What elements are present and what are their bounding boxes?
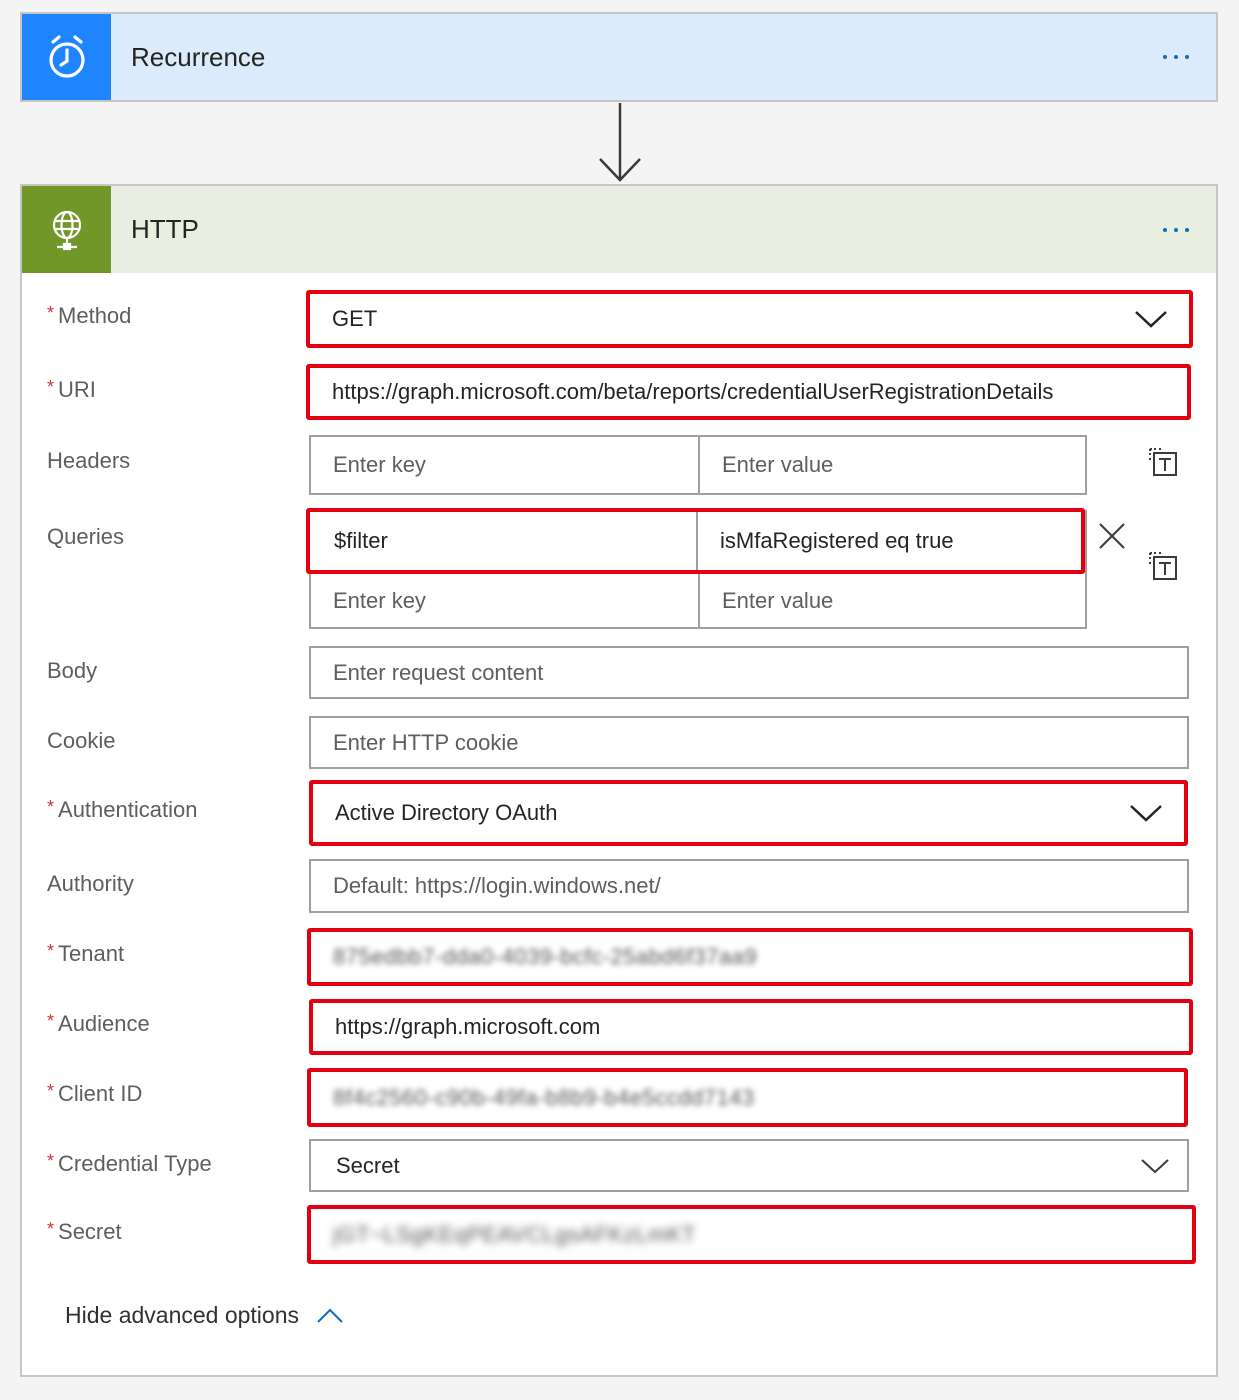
switch-to-text-mode-icon[interactable] [1147,550,1179,582]
hide-advanced-options-label: Hide advanced options [65,1302,299,1328]
secret-field[interactable]: jGT~LSgKEqPEAVCLgsAFKzLmKT [307,1205,1196,1264]
dot [1163,227,1167,232]
http-icon-tile [22,186,111,273]
body-input[interactable]: Enter request content [309,646,1189,699]
header-value-input[interactable]: Enter value [700,437,1085,493]
headers-label: Headers [47,448,131,473]
queries-label: Queries [47,524,125,549]
credential-type-dropdown[interactable]: Secret [309,1139,1189,1192]
query-value-field[interactable]: isMfaRegistered eq true [698,512,1081,570]
method-dropdown[interactable]: GET [306,290,1193,348]
required-marker: * [47,303,55,323]
required-marker: * [47,1219,55,1239]
chevron-down-icon [1130,805,1162,822]
http-card-header[interactable]: HTTP [20,184,1218,273]
required-marker: * [47,1151,55,1171]
secret-value: jGT~LSgKEqPEAVCLgsAFKzLmKT [333,1221,696,1247]
authentication-label: * Authentication [47,797,198,822]
required-marker: * [47,377,55,397]
authentication-dropdown[interactable]: Active Directory OAuth [309,780,1188,846]
required-marker: * [47,1011,55,1031]
globe-icon [52,210,81,250]
authority-label: Authority [47,871,134,896]
required-marker: * [47,1081,55,1101]
query-value-input[interactable]: Enter value [700,573,1085,628]
recurrence-card-header[interactable]: Recurrence [20,12,1218,102]
recurrence-icon-tile [22,14,111,100]
uri-label: * URI [47,377,96,402]
cookie-placeholder: Enter HTTP cookie [333,729,519,755]
cookie-input[interactable]: Enter HTTP cookie [309,716,1189,769]
credential-type-label: * Credential Type [47,1151,212,1176]
body-label: Body [47,658,98,683]
dot [1174,227,1178,232]
client-id-value: 8f4c2560-c90b-49fa-b8b9-b4e5ccdd7143 [333,1084,755,1110]
query-key-field[interactable]: $filter [310,512,698,570]
header-key-input[interactable]: Enter key [311,437,698,493]
client-id-field[interactable]: 8f4c2560-c90b-49fa-b8b9-b4e5ccdd7143 [307,1068,1188,1127]
required-marker: * [47,797,55,817]
dot [1174,55,1178,59]
recurrence-more-button[interactable] [1146,42,1206,72]
recurrence-title: Recurrence [131,41,266,72]
flow-arrow-icon [599,103,641,182]
authority-input[interactable]: Default: https://login.windows.net/ [309,859,1189,913]
audience-value: https://graph.microsoft.com [335,1014,601,1039]
dot [1163,55,1167,59]
method-label: * Method [47,303,132,328]
authentication-value: Active Directory OAuth [335,800,558,825]
authority-placeholder: Default: https://login.windows.net/ [333,873,661,898]
uri-field[interactable]: https://graph.microsoft.com/beta/reports… [306,364,1191,420]
chevron-down-icon [1135,311,1167,328]
http-title: HTTP [131,214,199,244]
delete-row-icon[interactable] [1097,521,1127,551]
alarm-clock-icon [48,35,85,78]
method-value: GET [332,306,378,331]
chevron-down-icon [1141,1158,1169,1173]
tenant-field[interactable]: 875edbb7-dda0-4039-bcfc-25abd6f37aa9 [307,928,1193,986]
audience-label: * Audience [47,1011,150,1036]
dot [1185,227,1189,232]
body-placeholder: Enter request content [333,659,544,685]
secret-label: * Secret [47,1219,122,1244]
uri-value: https://graph.microsoft.com/beta/reports… [332,379,1054,404]
audience-field[interactable]: https://graph.microsoft.com [309,999,1193,1055]
tenant-value: 875edbb7-dda0-4039-bcfc-25abd6f37aa9 [333,944,758,969]
client-id-label: * Client ID [47,1081,143,1106]
http-more-button[interactable] [1146,215,1206,245]
headers-table: Enter key Enter value [309,435,1087,495]
dot [1185,55,1189,59]
query-key-input[interactable]: Enter key [311,573,698,628]
cookie-label: Cookie [47,728,116,753]
query-row-highlighted: $filter isMfaRegistered eq true [306,508,1085,574]
tenant-label: * Tenant [47,941,125,966]
chevron-up-icon [317,1308,343,1323]
hide-advanced-options-button[interactable]: Hide advanced options [65,1302,343,1329]
switch-to-text-mode-icon[interactable] [1147,446,1179,478]
credential-type-value: Secret [336,1152,400,1178]
required-marker: * [47,941,55,961]
